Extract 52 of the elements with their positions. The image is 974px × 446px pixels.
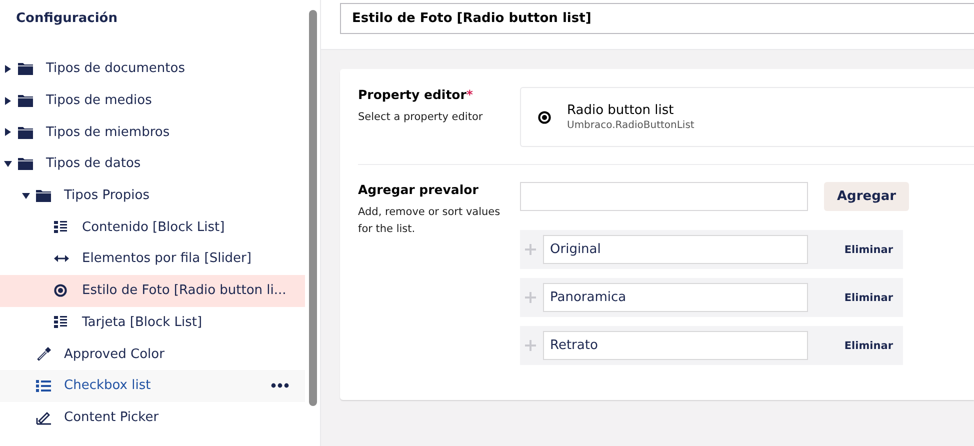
tree-item[interactable]: Elementos por fila [Slider] <box>0 243 305 275</box>
folder-icon <box>18 94 33 108</box>
drag-handle-icon[interactable] <box>525 292 536 303</box>
property-editor-card[interactable]: Radio button list Umbraco.RadioButtonList <box>520 87 974 147</box>
drag-handle-icon[interactable] <box>525 340 536 351</box>
value-field[interactable]: Original <box>543 235 808 264</box>
tree-item[interactable]: Tipos de datos <box>0 148 305 180</box>
field-description: Add, remove or sort values for the list. <box>358 205 502 237</box>
tree-item[interactable]: Tipos de documentos <box>0 53 305 85</box>
tree-item[interactable]: Content Picker <box>0 402 305 434</box>
editor-alias: Umbraco.RadioButtonList <box>567 120 694 131</box>
tree-item[interactable]: Approved Color <box>0 338 305 370</box>
tree-item[interactable]: Estilo de Foto [Radio button li... <box>0 274 305 306</box>
field-label: Property editor* <box>358 87 474 102</box>
more-icon[interactable] <box>271 383 289 388</box>
remove-button[interactable]: Eliminar <box>844 292 893 304</box>
remove-button[interactable]: Eliminar <box>844 340 893 352</box>
field-label: Agregar prevalor <box>358 182 480 197</box>
section-title: Configuración <box>15 10 118 28</box>
caret-right-icon[interactable] <box>4 64 12 73</box>
caret-down-icon[interactable] <box>22 192 30 200</box>
tree-item[interactable]: Contenido [Block List] <box>0 211 305 244</box>
tree-item[interactable]: Tipos de medios <box>0 84 305 116</box>
folder-icon <box>36 189 51 202</box>
eyedropper-icon <box>36 346 52 362</box>
block-list-icon <box>54 221 67 234</box>
list-icon <box>36 380 51 392</box>
radio-icon <box>538 110 551 124</box>
double-arrow-icon <box>54 255 69 262</box>
field-description: Select a property editor <box>358 110 484 125</box>
value-field[interactable]: Panoramica <box>543 283 808 312</box>
add-button[interactable]: Agregar <box>824 182 910 211</box>
caret-right-icon[interactable] <box>4 128 12 136</box>
folder-icon <box>18 126 33 139</box>
tree-item[interactable]: Tipos de miembros <box>0 116 305 148</box>
new-value-field[interactable] <box>520 182 808 211</box>
tree-item[interactable]: Tipos Propios <box>0 180 305 212</box>
editor-name: Radio button list <box>567 103 675 118</box>
edit-icon <box>36 410 52 425</box>
drag-handle-icon[interactable] <box>525 244 536 255</box>
folder-icon <box>18 62 33 76</box>
caret-right-icon[interactable] <box>4 96 12 105</box>
block-list-icon <box>54 316 67 328</box>
remove-button[interactable]: Eliminar <box>844 244 893 256</box>
value-field[interactable]: Retrato <box>543 331 808 360</box>
tree-item[interactable]: Checkbox list <box>0 370 305 402</box>
tree-item[interactable]: Tarjeta [Block List] <box>0 306 305 338</box>
caret-down-icon[interactable] <box>4 160 12 168</box>
radio-icon <box>54 284 67 298</box>
name-field[interactable]: Estilo de Foto [Radio button list] <box>340 3 974 34</box>
folder-icon <box>18 157 33 170</box>
required-mark: * <box>466 87 473 102</box>
